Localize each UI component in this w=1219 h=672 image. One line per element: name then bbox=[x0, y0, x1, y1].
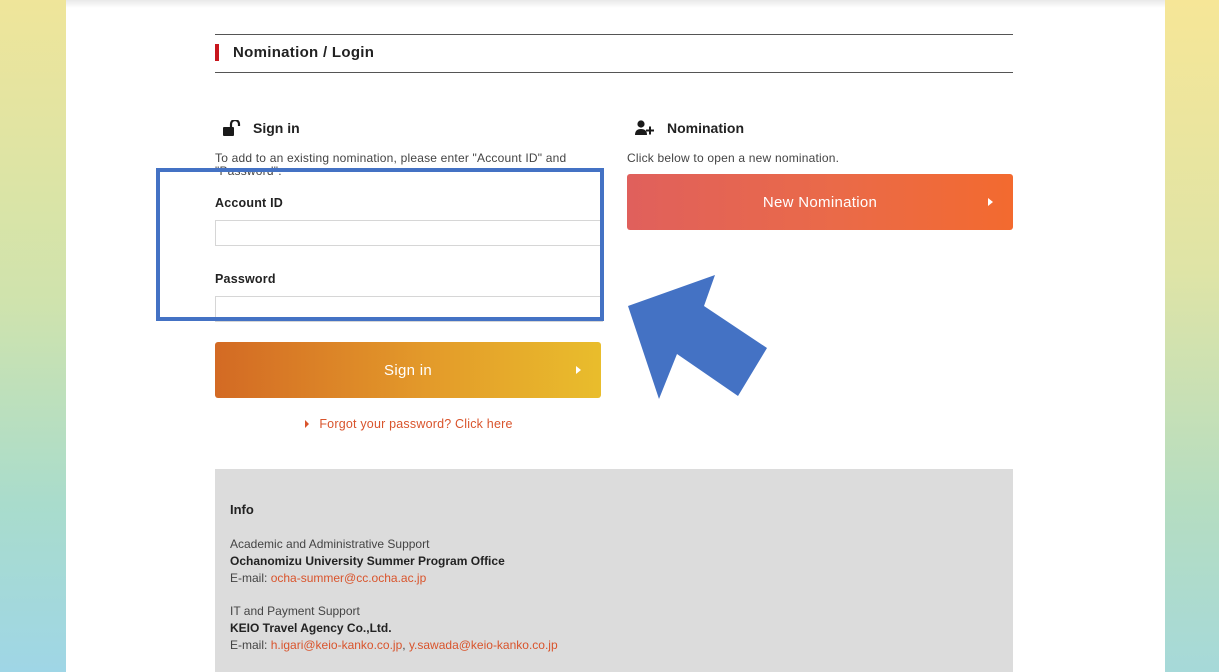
caret-right-icon bbox=[305, 420, 310, 428]
email-prefix: E-mail: bbox=[230, 638, 268, 652]
nomination-title: Nomination bbox=[667, 120, 744, 136]
forgot-password-text: Forgot your password? Click here bbox=[319, 417, 513, 431]
email-separator: , bbox=[402, 638, 409, 652]
signin-panel: Sign in To add to an existing nomination… bbox=[215, 118, 603, 431]
info-group-it: IT and Payment Support KEIO Travel Agenc… bbox=[230, 603, 1013, 654]
email-link[interactable]: h.igari@keio-kanko.co.jp bbox=[271, 638, 403, 652]
nomination-heading: Nomination bbox=[627, 118, 1013, 138]
info-group-heading: Academic and Administrative Support bbox=[230, 537, 430, 551]
email-prefix: E-mail: bbox=[230, 571, 268, 585]
section-header: Nomination / Login bbox=[215, 34, 1013, 73]
nomination-description: Click below to open a new nomination. bbox=[627, 151, 840, 165]
account-id-input[interactable] bbox=[215, 220, 603, 246]
account-id-label: Account ID bbox=[215, 196, 283, 210]
signin-button-label: Sign in bbox=[384, 361, 432, 379]
signin-title: Sign in bbox=[253, 120, 300, 136]
section-marker bbox=[215, 44, 219, 61]
page-title: Nomination / Login bbox=[233, 44, 375, 61]
arrow-right-icon bbox=[576, 366, 581, 374]
left-gradient-border bbox=[0, 0, 66, 672]
right-gradient-border bbox=[1165, 0, 1219, 672]
info-group-email-line: E-mail: ocha-summer@cc.ocha.ac.jp bbox=[230, 570, 1013, 587]
signin-heading: Sign in bbox=[215, 118, 603, 138]
info-box: Info Academic and Administrative Support… bbox=[215, 469, 1013, 672]
add-user-icon bbox=[635, 120, 654, 135]
info-group-heading: IT and Payment Support bbox=[230, 604, 360, 618]
signin-description: To add to an existing nomination, please… bbox=[215, 151, 567, 178]
signin-button[interactable]: Sign in bbox=[215, 342, 601, 398]
unlock-icon bbox=[223, 120, 241, 136]
new-nomination-label: New Nomination bbox=[762, 193, 878, 211]
password-label: Password bbox=[215, 272, 276, 286]
info-group-academic: Academic and Administrative Support Ocha… bbox=[230, 536, 1013, 587]
info-group-org: KEIO Travel Agency Co.,Ltd. bbox=[230, 621, 392, 635]
email-link[interactable]: y.sawada@keio-kanko.co.jp bbox=[409, 638, 558, 652]
new-nomination-button[interactable]: New Nomination bbox=[627, 174, 1013, 230]
info-title: Info bbox=[230, 502, 254, 517]
forgot-password-link[interactable]: Forgot your password? Click here bbox=[215, 417, 603, 431]
annotation-arrow-icon bbox=[628, 275, 767, 399]
info-group-org: Ochanomizu University Summer Program Off… bbox=[230, 554, 505, 568]
info-group-email-line: E-mail: h.igari@keio-kanko.co.jp, y.sawa… bbox=[230, 637, 1013, 654]
nomination-panel: Nomination Click below to open a new nom… bbox=[627, 118, 1013, 230]
password-input[interactable] bbox=[215, 296, 603, 322]
arrow-right-icon bbox=[988, 198, 993, 206]
email-link[interactable]: ocha-summer@cc.ocha.ac.jp bbox=[271, 571, 427, 585]
main-content: Nomination / Login Sign in To add to an … bbox=[215, 34, 1013, 672]
top-shadow bbox=[66, 0, 1165, 8]
